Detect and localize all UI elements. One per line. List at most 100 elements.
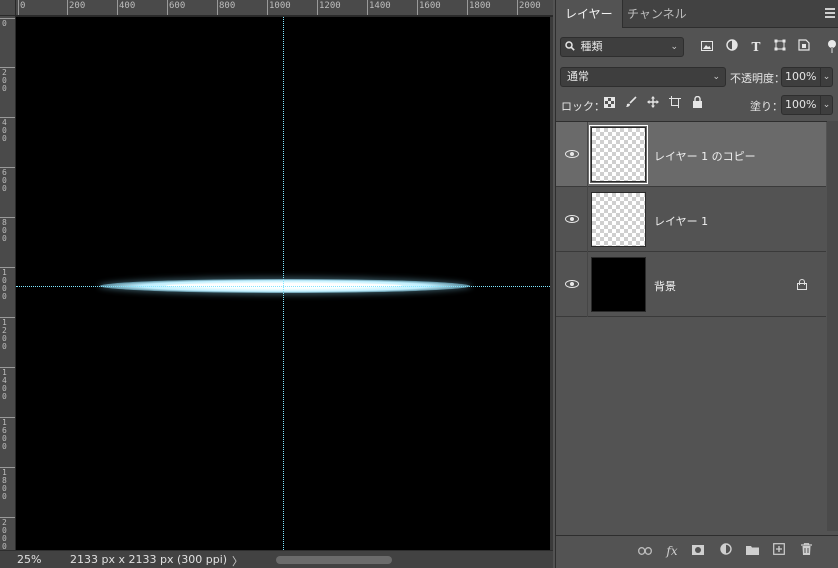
- ruler-tick: [18, 0, 19, 15]
- fill-label: 塗り：: [750, 100, 783, 113]
- eye-visibility-icon[interactable]: [565, 147, 579, 161]
- ruler-corner[interactable]: [0, 0, 16, 16]
- status-menu-arrow-icon[interactable]: 〉: [232, 553, 243, 568]
- filter-kind-select[interactable]: 種類 ⌄: [560, 37, 684, 57]
- opacity-label: 不透明度：: [730, 72, 785, 85]
- ruler-tick: [117, 0, 118, 15]
- layer-row-layer1[interactable]: レイヤー 1: [556, 187, 826, 252]
- status-bar: 25% 2133 px x 2133 px (300 ppi) 〉: [0, 550, 553, 568]
- ruler-tick: [167, 0, 168, 15]
- ruler-label: 600: [169, 1, 186, 11]
- ruler-label: 400: [2, 118, 7, 143]
- ruler-tick: [317, 0, 318, 15]
- ruler-tick: [517, 0, 518, 15]
- ruler-label: 2000: [519, 1, 541, 11]
- layer-thumbnail[interactable]: [591, 192, 646, 247]
- ruler-tick: [67, 0, 68, 15]
- chevron-down-icon: ⌄: [712, 72, 720, 82]
- divider: [587, 187, 588, 252]
- lock-transparent-pixels-icon[interactable]: [601, 96, 617, 112]
- ruler-label: 800: [219, 1, 236, 11]
- ruler-label: 0: [20, 1, 26, 11]
- ruler-vertical[interactable]: 0 200 400 600 800 1000 1200 1400 1600 18…: [0, 16, 16, 550]
- filter-toggle-stem: [831, 47, 833, 53]
- canvas-area[interactable]: 0 200 400 600 800 1000 1200 1400 1600 18…: [0, 0, 553, 568]
- divider: [587, 122, 588, 187]
- ruler-label: 1200: [319, 1, 341, 11]
- layer-style-fx-icon[interactable]: fx: [663, 542, 681, 560]
- add-mask-icon[interactable]: [689, 542, 707, 560]
- horizontal-scrollbar[interactable]: [246, 556, 406, 564]
- lock-all-icon[interactable]: [689, 95, 705, 112]
- delete-trash-icon[interactable]: [797, 542, 815, 560]
- document-canvas[interactable]: [16, 17, 550, 550]
- ruler-label: 600: [2, 168, 7, 193]
- document-info: 2133 px x 2133 px (300 ppi): [70, 553, 228, 566]
- link-layers-icon[interactable]: [636, 542, 654, 560]
- ruler-label: 1600: [419, 1, 441, 11]
- panel-scrollbar[interactable]: [827, 121, 838, 531]
- horizontal-guide[interactable]: [16, 286, 550, 287]
- layer-name[interactable]: レイヤー 1 のコピー: [654, 148, 756, 164]
- layer-filter-row: 種類 ⌄ T: [556, 37, 838, 59]
- search-icon: [565, 40, 579, 53]
- blend-row: 通常 ⌄ 不透明度： 100% ⌄: [556, 66, 838, 88]
- ruler-label: 400: [119, 1, 136, 11]
- ruler-tick: [367, 0, 368, 15]
- layer-row-copy[interactable]: レイヤー 1 のコピー: [556, 122, 826, 187]
- ruler-label: 0: [2, 19, 7, 28]
- lock-icon[interactable]: [797, 279, 807, 290]
- type-filter-icon[interactable]: T: [748, 39, 764, 55]
- image-filter-icon[interactable]: [699, 39, 715, 55]
- chevron-down-icon: ⌄: [670, 42, 678, 52]
- layer-name[interactable]: 背景: [654, 278, 676, 294]
- adjustment-layer-icon[interactable]: [717, 542, 735, 560]
- ruler-tick: [217, 0, 218, 15]
- ruler-label: 1000: [269, 1, 291, 11]
- fill-input[interactable]: 100%: [781, 95, 821, 115]
- adjustment-filter-icon[interactable]: [724, 39, 740, 55]
- ruler-label: 1800: [2, 468, 7, 501]
- layer-list: レイヤー 1 のコピー レイヤー 1 背景: [556, 121, 827, 531]
- ruler-tick: [467, 0, 468, 15]
- filter-kind-label: 種類: [580, 40, 603, 53]
- tab-channels[interactable]: チャンネル: [618, 0, 696, 28]
- fill-dropdown-icon[interactable]: ⌄: [821, 95, 833, 115]
- layers-footer: fx: [556, 535, 838, 568]
- ruler-label: 1400: [369, 1, 391, 11]
- ruler-label: 200: [69, 1, 86, 11]
- divider: [587, 252, 588, 317]
- new-group-folder-icon[interactable]: [743, 542, 761, 560]
- lock-position-icon[interactable]: [645, 96, 661, 112]
- vertical-guide[interactable]: [283, 17, 284, 550]
- panel-tabs: レイヤー チャンネル: [556, 0, 838, 28]
- tab-layers[interactable]: レイヤー: [556, 0, 623, 28]
- lock-image-pixels-icon[interactable]: [623, 96, 639, 112]
- shape-filter-icon[interactable]: [772, 39, 788, 55]
- layer-row-background[interactable]: 背景: [556, 252, 826, 317]
- eye-visibility-icon[interactable]: [565, 212, 579, 226]
- layer-name[interactable]: レイヤー 1: [654, 213, 708, 229]
- ruler-label: 2000: [2, 518, 7, 551]
- layer-thumbnail[interactable]: [589, 125, 648, 184]
- panel-menu-icon[interactable]: [825, 8, 835, 18]
- ruler-label: 800: [2, 218, 7, 243]
- ruler-horizontal[interactable]: 0 200 400 600 800 1000 1200 1400 1600 18…: [16, 0, 553, 16]
- opacity-dropdown-icon[interactable]: ⌄: [821, 67, 833, 87]
- eye-visibility-icon[interactable]: [565, 277, 579, 291]
- smart-object-filter-icon[interactable]: [796, 39, 812, 55]
- layer-thumbnail[interactable]: [591, 257, 646, 312]
- opacity-input[interactable]: 100%: [781, 67, 821, 87]
- ruler-tick: [417, 0, 418, 15]
- horizontal-scroll-thumb[interactable]: [276, 556, 392, 564]
- vertical-scrollbar[interactable]: [550, 17, 553, 550]
- blend-mode-select[interactable]: 通常 ⌄: [560, 67, 726, 87]
- new-layer-icon[interactable]: [770, 542, 788, 560]
- ruler-label: 1600: [2, 418, 7, 451]
- ruler-label: 200: [2, 68, 7, 93]
- lock-label: ロック：: [561, 100, 605, 113]
- lock-artboard-icon[interactable]: [667, 96, 683, 112]
- lock-row: ロック： 塗り： 100% ⌄: [556, 94, 838, 116]
- ruler-label: 1000: [2, 268, 7, 301]
- zoom-level[interactable]: 25%: [17, 553, 41, 566]
